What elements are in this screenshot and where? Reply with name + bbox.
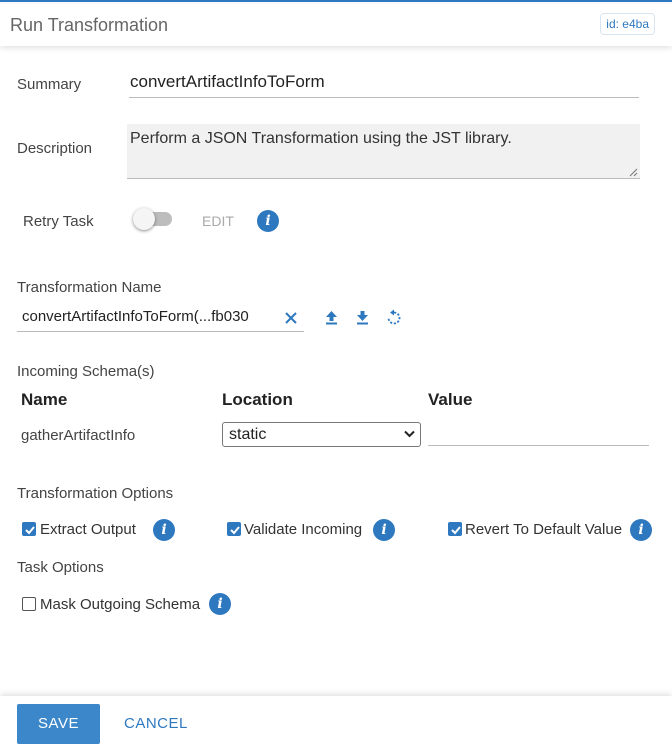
transformation-name-input[interactable]: convertArtifactInfoToForm(...fb030 (17, 308, 304, 332)
location-select-value: static (229, 426, 267, 443)
validate-incoming-label[interactable]: Validate Incoming (244, 521, 362, 538)
summary-input[interactable]: convertArtifactInfoToForm (129, 72, 639, 98)
cancel-button[interactable]: CANCEL (124, 704, 188, 744)
info-icon[interactable]: i (209, 593, 231, 615)
dialog-header: Run Transformation id: e4ba (0, 4, 672, 46)
extract-output-label[interactable]: Extract Output (40, 521, 136, 538)
task-options-label: Task Options (17, 559, 104, 576)
save-button[interactable]: SAVE (17, 704, 100, 744)
info-icon[interactable]: i (630, 519, 652, 541)
column-header-location: Location (222, 390, 293, 409)
clear-icon[interactable] (284, 311, 298, 325)
chevron-down-icon (404, 430, 415, 438)
retry-toggle-knob[interactable] (133, 208, 155, 230)
dialog-footer: SAVE CANCEL (0, 696, 672, 753)
checkbox-icon (230, 526, 240, 535)
column-header-name: Name (21, 390, 68, 409)
download-icon[interactable] (356, 310, 369, 325)
dialog-title: Run Transformation (10, 15, 169, 35)
upload-icon[interactable] (325, 310, 338, 325)
description-text: Perform a JSON Transformation using the … (130, 130, 512, 147)
edit-button[interactable]: EDIT (202, 213, 234, 229)
info-icon[interactable]: i (373, 519, 395, 541)
extract-output-checkbox[interactable] (22, 522, 36, 536)
revert-default-label[interactable]: Revert To Default Value (465, 521, 622, 538)
validate-incoming-checkbox[interactable] (227, 522, 241, 536)
description-label: Description (17, 140, 93, 157)
info-icon[interactable]: i (153, 519, 175, 541)
column-header-value: Value (428, 390, 473, 409)
checkbox-icon (451, 526, 461, 535)
incoming-schemas-label: Incoming Schema(s) (17, 363, 155, 380)
reset-icon[interactable] (386, 309, 402, 326)
description-textarea[interactable]: Perform a JSON Transformation using the … (127, 124, 640, 179)
info-icon[interactable]: i (257, 210, 279, 232)
id-badge: id: e4ba (600, 13, 655, 35)
location-select[interactable]: static (222, 422, 421, 447)
schema-row-name: gatherArtifactInfo (21, 427, 136, 444)
retry-task-label: Retry Task (23, 213, 94, 230)
mask-outgoing-checkbox[interactable] (22, 597, 36, 611)
run-transformation-dialog: Run Transformation id: e4ba Summary conv… (0, 0, 672, 753)
summary-label: Summary (17, 76, 82, 93)
transformation-name-label: Transformation Name (17, 279, 162, 296)
value-input[interactable] (428, 426, 649, 446)
resize-grip-icon[interactable] (629, 168, 638, 177)
checkbox-icon (25, 526, 35, 535)
mask-outgoing-label[interactable]: Mask Outgoing Schema (40, 596, 200, 613)
transformation-options-label: Transformation Options (17, 485, 174, 502)
revert-default-checkbox[interactable] (448, 522, 462, 536)
